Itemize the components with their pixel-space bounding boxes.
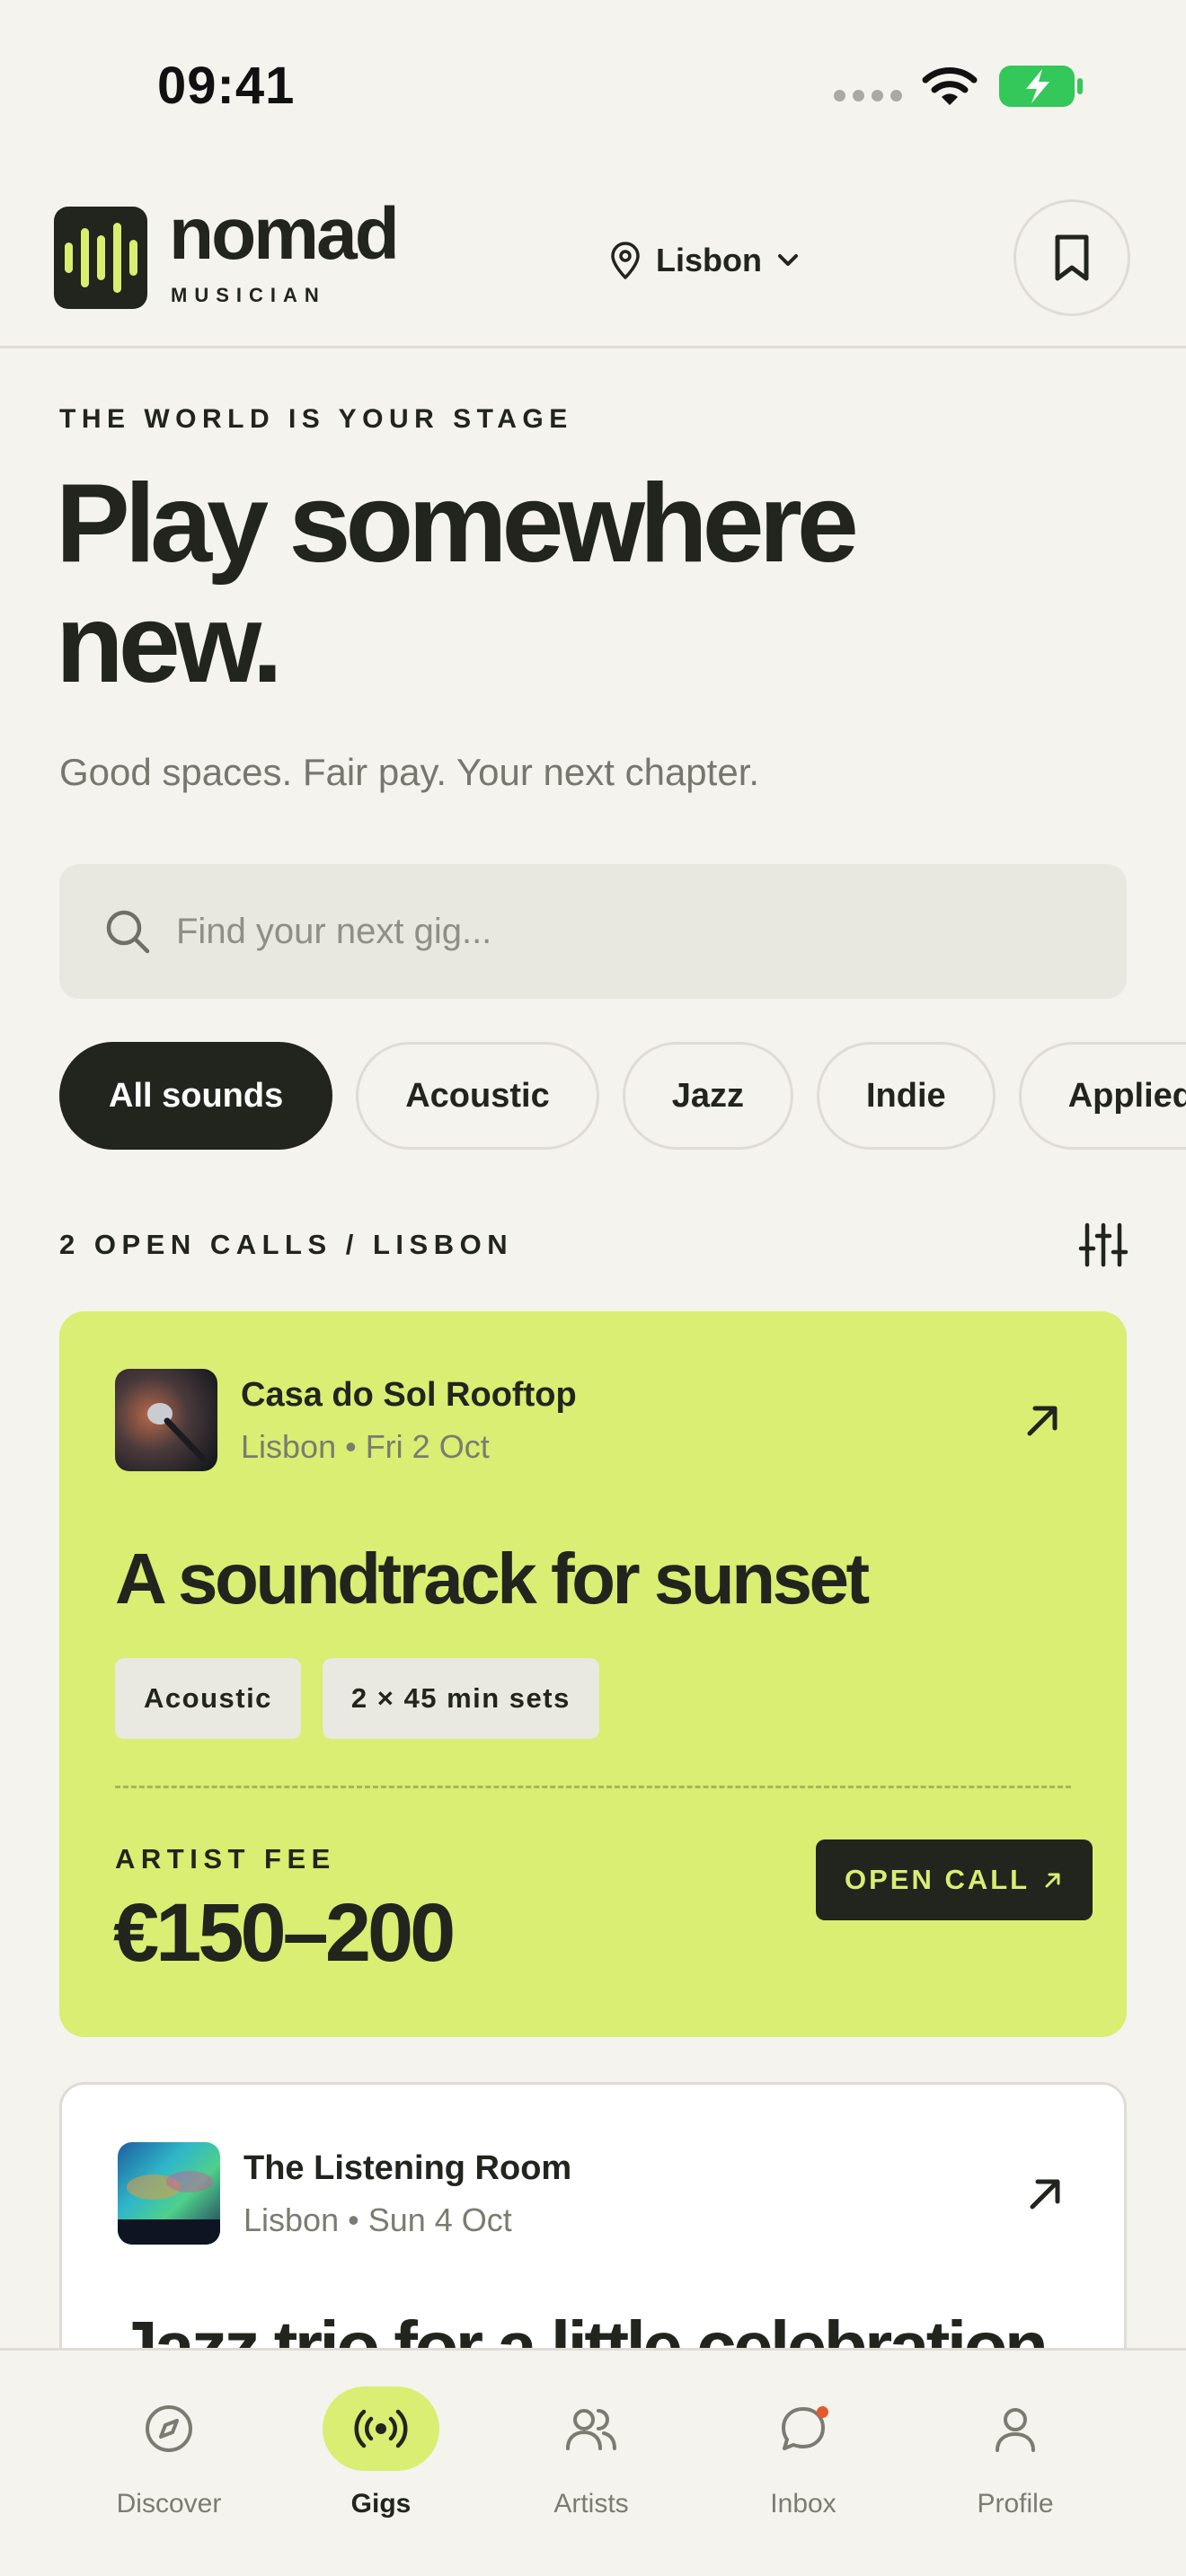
location-pin-icon — [611, 242, 640, 279]
tab-label: Profile — [977, 2489, 1054, 2519]
venue-meta: Lisbon • Fri 2 Oct — [241, 1428, 490, 1465]
broadcast-icon — [354, 2409, 408, 2448]
brand-subtitle: MUSICIAN — [171, 284, 326, 306]
city-picker[interactable]: Lisbon — [607, 237, 801, 284]
arrow-up-right-icon — [1045, 1873, 1060, 1888]
cellular-signal-icon — [834, 89, 902, 101]
gig-card[interactable]: Casa do Sol Rooftop Lisbon • Fri 2 Oct A… — [59, 1311, 1127, 2037]
tab-gigs[interactable]: Gigs — [275, 2351, 487, 2576]
tab-label: Discover — [116, 2489, 222, 2519]
search-icon — [106, 910, 150, 954]
venue-name: The Listening Room — [243, 2149, 572, 2187]
gig-tags: Acoustic 2 × 45 min sets — [115, 1658, 599, 1739]
divider — [115, 1786, 1071, 1788]
status-time: 09:41 — [157, 57, 296, 115]
compass-icon — [146, 2405, 192, 2452]
wifi-icon — [922, 67, 978, 105]
arrow-up-right-icon[interactable] — [1023, 2171, 1068, 2216]
notification-badge — [817, 2406, 828, 2418]
user-icon — [996, 2408, 1035, 2452]
gig-title: A soundtrack for sunset — [115, 1539, 870, 1619]
chevron-down-icon — [777, 254, 798, 266]
open-call-label: OPEN CALL — [845, 1864, 1031, 1895]
tag: 2 × 45 min sets — [322, 1658, 599, 1739]
genre-filter-chips: All sounds Acoustic Jazz Indie Applied — [59, 1042, 1186, 1150]
bottom-tab-bar: Discover Gigs Artists Inbox Profile — [0, 2348, 1186, 2576]
results-count: 2 OPEN CALLS / LISBON — [59, 1229, 514, 1260]
tab-label: Gigs — [350, 2489, 412, 2519]
tab-profile[interactable]: Profile — [909, 2351, 1121, 2576]
users-icon — [566, 2409, 616, 2450]
saved-gigs-button[interactable] — [1013, 199, 1130, 316]
tab-discover[interactable]: Discover — [63, 2351, 275, 2576]
search-input[interactable] — [176, 911, 1075, 952]
city-label: Lisbon — [656, 242, 762, 278]
tab-artists[interactable]: Artists — [485, 2351, 697, 2576]
search-bar[interactable] — [59, 864, 1127, 999]
chip-applied[interactable]: Applied — [1018, 1042, 1186, 1150]
tab-label: Inbox — [770, 2489, 836, 2519]
tab-label: Artists — [553, 2489, 629, 2519]
venue-name: Casa do Sol Rooftop — [241, 1376, 577, 1414]
fee-label: ARTIST FEE — [115, 1843, 336, 1875]
filter-settings-icon[interactable] — [1078, 1220, 1128, 1270]
venue-thumbnail — [118, 2142, 220, 2245]
hero-title: Play somewhere new. — [56, 462, 859, 706]
bookmark-icon — [1055, 234, 1089, 281]
app-header: nomad MUSICIAN Lisbon — [0, 171, 1186, 348]
tab-inbox[interactable]: Inbox — [697, 2351, 909, 2576]
fee-value: €150–200 — [113, 1887, 456, 1979]
chip-indie[interactable]: Indie — [817, 1042, 996, 1150]
hero-subtitle: Good spaces. Fair pay. Your next chapter… — [59, 751, 760, 793]
chip-all-sounds[interactable]: All sounds — [59, 1042, 333, 1150]
open-call-button[interactable]: OPEN CALL — [816, 1839, 1093, 1920]
chip-acoustic[interactable]: Acoustic — [356, 1042, 599, 1150]
arrow-up-right-icon[interactable] — [1021, 1398, 1066, 1442]
logo-icon — [54, 207, 147, 309]
status-bar: 09:41 — [0, 0, 1186, 171]
venue-meta: Lisbon • Sun 4 Oct — [243, 2201, 512, 2238]
battery-charging-icon — [999, 66, 1083, 107]
brand-name: nomad — [169, 193, 400, 275]
status-icons — [834, 63, 1084, 110]
venue-thumbnail — [115, 1369, 217, 1471]
hero-eyebrow: THE WORLD IS YOUR STAGE — [59, 404, 573, 434]
tag: Acoustic — [115, 1658, 301, 1739]
chip-jazz[interactable]: Jazz — [622, 1042, 793, 1150]
